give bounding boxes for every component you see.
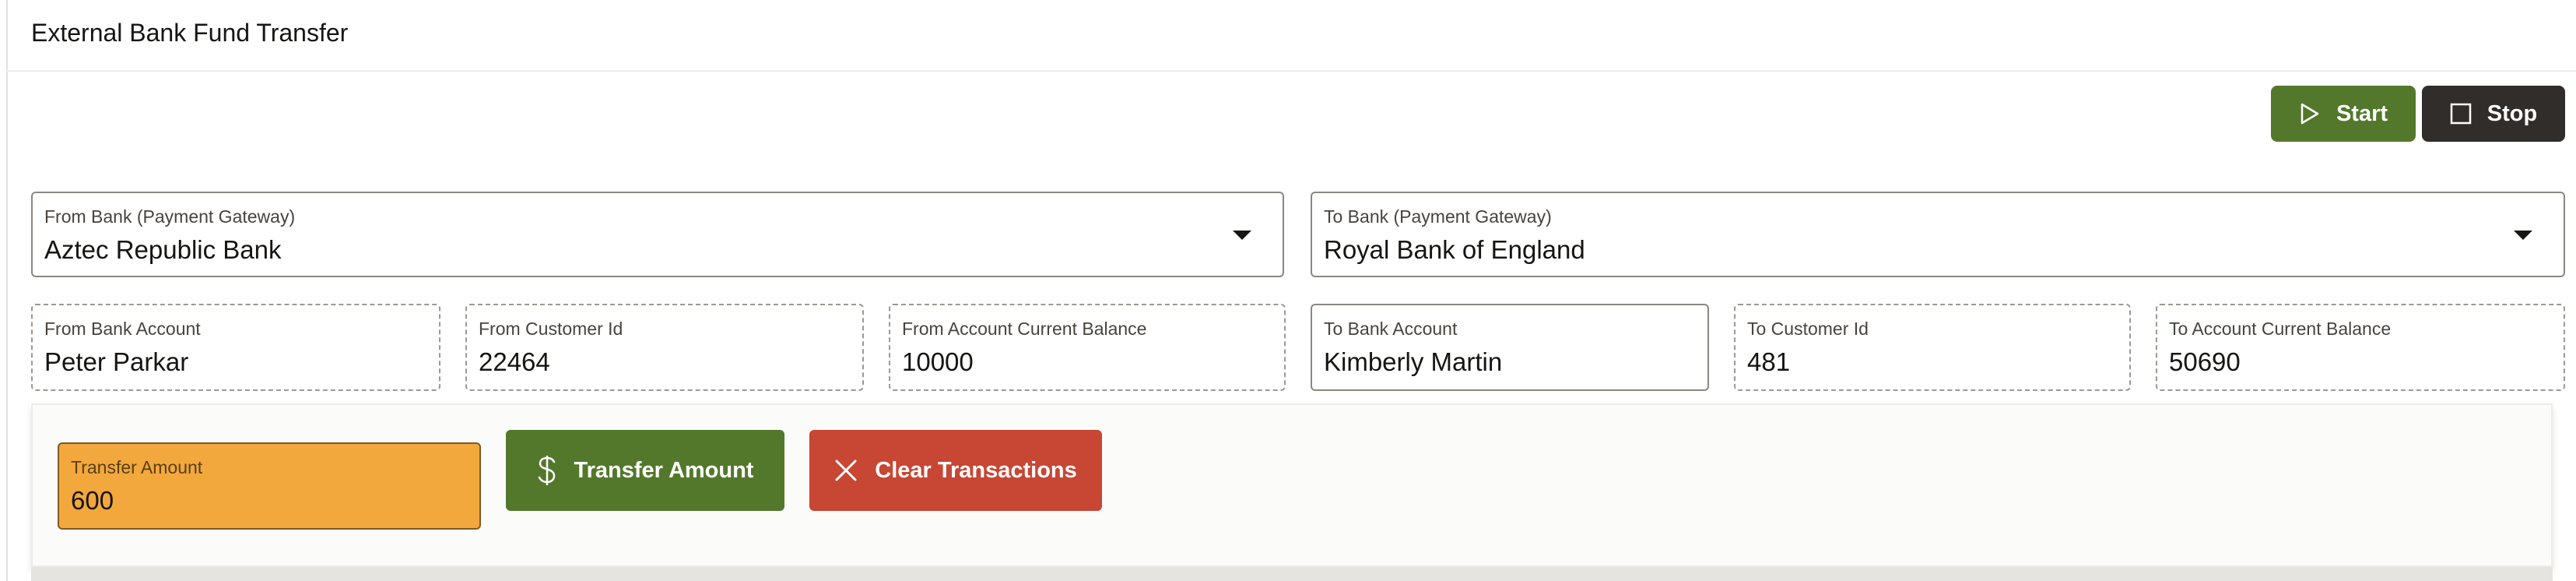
to-balance-field: To Account Current Balance 50690 [2156, 304, 2565, 391]
caret-down-icon [1233, 231, 1251, 240]
panel-footer-strip [31, 567, 2553, 581]
from-balance-field: From Account Current Balance 10000 [889, 304, 1286, 391]
from-bank-label: From Bank (Payment Gateway) [44, 206, 296, 227]
stop-square-icon [2450, 103, 2472, 125]
to-customer-id-label: To Customer Id [1747, 319, 1869, 339]
from-customer-id-value: 22464 [479, 347, 550, 376]
to-bank-account-value: Kimberly Martin [1324, 347, 1503, 376]
from-customer-id-field: From Customer Id 22464 [465, 304, 864, 391]
from-balance-value: 10000 [902, 347, 974, 376]
from-balance-label: From Account Current Balance [902, 319, 1147, 339]
to-bank-account-field[interactable]: To Bank Account Kimberly Martin [1311, 304, 1709, 391]
from-bank-account-value: Peter Parkar [44, 347, 189, 376]
page-title: External Bank Fund Transfer [31, 19, 349, 47]
transfer-amount-label: Transfer Amount [71, 457, 203, 477]
to-balance-value: 50690 [2169, 347, 2241, 376]
clear-transactions-button-label: Clear Transactions [875, 457, 1077, 483]
to-bank-label: To Bank (Payment Gateway) [1324, 206, 1552, 227]
to-bank-select[interactable]: To Bank (Payment Gateway) Royal Bank of … [1311, 192, 2565, 277]
from-bank-account-label: From Bank Account [44, 319, 201, 339]
transfer-amount-button-label: Transfer Amount [574, 457, 754, 483]
clear-transactions-button[interactable]: Clear Transactions [809, 430, 1102, 511]
to-customer-id-value: 481 [1747, 347, 1791, 376]
start-button[interactable]: Start [2271, 86, 2416, 142]
play-icon [2299, 102, 2321, 125]
from-bank-account-field: From Bank Account Peter Parkar [31, 304, 440, 391]
transfer-amount-button[interactable]: Transfer Amount [506, 430, 784, 511]
to-balance-label: To Account Current Balance [2169, 319, 2392, 339]
from-bank-select[interactable]: From Bank (Payment Gateway) Aztec Republ… [31, 192, 1284, 277]
from-customer-id-label: From Customer Id [479, 319, 623, 339]
transfer-amount-value: 600 [71, 486, 114, 515]
to-customer-id-field: To Customer Id 481 [1734, 304, 2131, 391]
stop-button[interactable]: Stop [2422, 86, 2565, 142]
from-bank-value: Aztec Republic Bank [44, 235, 282, 264]
start-button-label: Start [2336, 100, 2388, 126]
close-icon [834, 459, 858, 482]
to-bank-value: Royal Bank of England [1324, 235, 1585, 264]
dollar-icon [537, 453, 557, 488]
to-bank-account-label: To Bank Account [1324, 319, 1458, 339]
transfer-amount-input[interactable]: Transfer Amount 600 [58, 442, 481, 530]
stop-button-label: Stop [2487, 100, 2538, 126]
caret-down-icon [2514, 231, 2532, 240]
title-bar: External Bank Fund Transfer [6, 0, 2576, 72]
